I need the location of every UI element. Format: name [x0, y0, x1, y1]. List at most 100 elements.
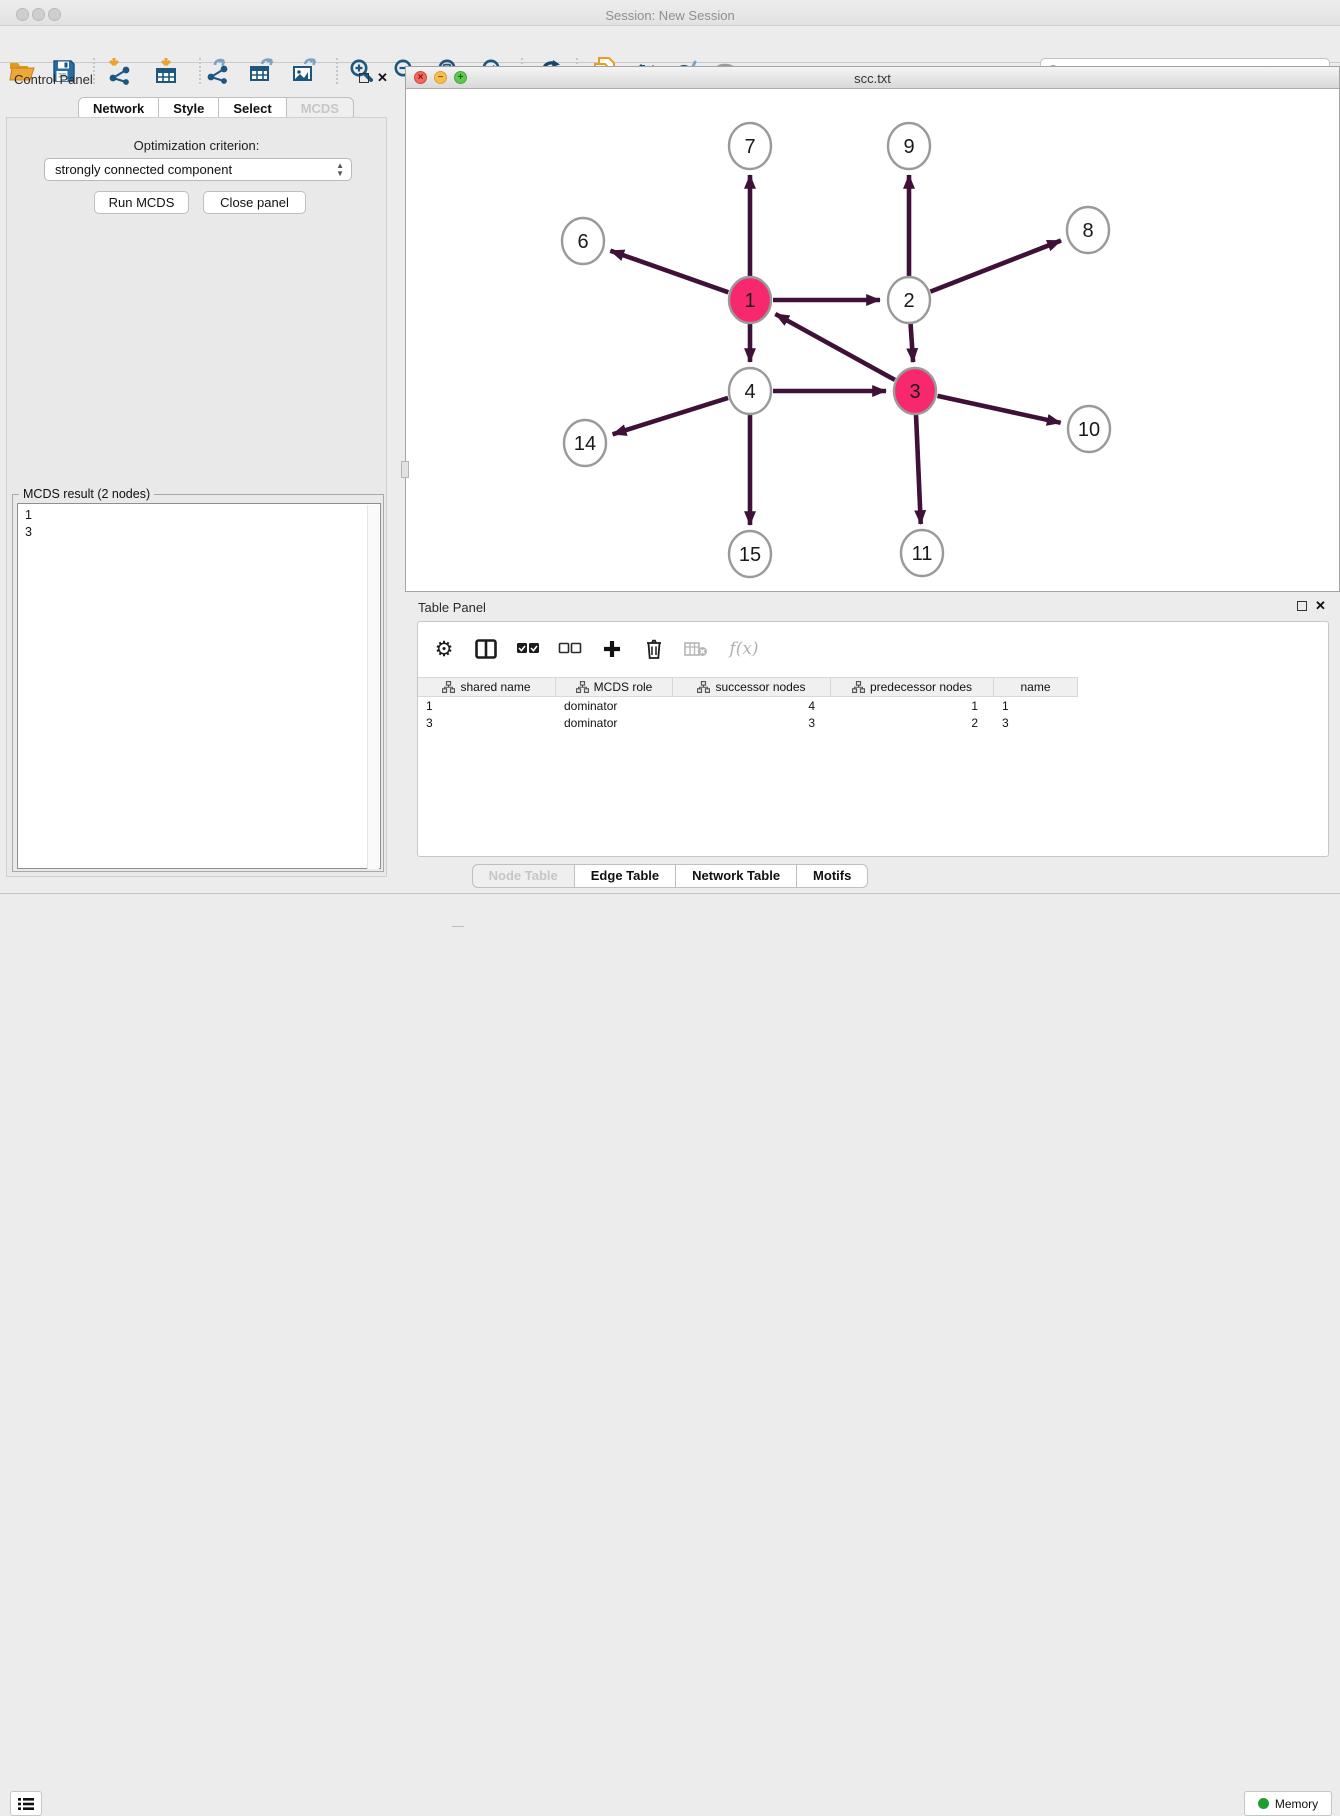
graph-edge-2-3[interactable] — [911, 323, 914, 362]
export-network-icon[interactable] — [204, 56, 234, 86]
add-row-icon[interactable] — [598, 635, 626, 663]
svg-text:10: 10 — [1078, 419, 1100, 441]
cell-shared-name[interactable]: 3 — [426, 716, 433, 730]
main-toolbar — [0, 26, 1340, 63]
export-image-icon[interactable] — [290, 56, 320, 86]
graph-node-6[interactable]: 6 — [562, 218, 604, 264]
mcds-result-title: MCDS result (2 nodes) — [19, 487, 154, 501]
graph-node-3[interactable]: 3 — [894, 368, 936, 414]
tab-edge-table[interactable]: Edge Table — [575, 864, 676, 888]
mcds-result-text[interactable]: 1 3 — [17, 503, 381, 869]
cell-name[interactable]: 1 — [1002, 699, 1009, 713]
task-history-button[interactable] — [10, 1791, 42, 1816]
run-mcds-button[interactable]: Run MCDS — [94, 191, 189, 214]
settings-gear-icon[interactable]: ⚙ — [430, 635, 458, 663]
panel-splitter-handle[interactable] — [401, 461, 409, 478]
export-table-icon[interactable] — [247, 56, 277, 86]
node-table-container: ⚙ f(x) shared nameMCDS rolesuccessor nod… — [417, 621, 1329, 857]
table-row-1[interactable]: 1 dominator 4 1 1 — [418, 698, 1078, 715]
network-title: scc.txt — [406, 71, 1339, 86]
graph-node-11[interactable]: 11 — [901, 530, 943, 576]
svg-text:14: 14 — [574, 433, 596, 455]
graph-node-10[interactable]: 10 — [1068, 406, 1110, 452]
svg-text:7: 7 — [744, 136, 755, 158]
table-panel-title: Table Panel — [418, 600, 486, 615]
graph-edge-4-14[interactable] — [613, 398, 728, 434]
optimization-criterion-label: Optimization criterion: — [0, 138, 393, 153]
table-header-row: shared nameMCDS rolesuccessor nodesprede… — [418, 677, 1078, 697]
column-header-successor-nodes[interactable]: successor nodes — [673, 678, 831, 696]
svg-text:3: 3 — [909, 381, 920, 403]
graph-node-14[interactable]: 14 — [564, 420, 606, 466]
app-titlebar: Session: New Session — [0, 0, 1340, 26]
cell-MCDS-role[interactable]: dominator — [564, 716, 617, 730]
import-network-icon[interactable] — [105, 56, 135, 86]
network-view-window: × − + scc.txt 7 9 6 8 1 2 4 3 14 10 15 11 — [405, 66, 1340, 592]
graph-node-4[interactable]: 4 — [729, 368, 771, 414]
cell-successor-nodes[interactable]: 3 — [673, 716, 815, 730]
delete-row-icon[interactable] — [640, 635, 668, 663]
cell-predecessor-nodes[interactable]: 1 — [831, 699, 978, 713]
toolbar-separator — [93, 58, 95, 84]
svg-text:6: 6 — [577, 231, 588, 253]
function-builder-icon[interactable]: f(x) — [724, 635, 764, 663]
cell-shared-name[interactable]: 1 — [426, 699, 433, 713]
close-panel-button[interactable]: Close panel — [203, 191, 306, 214]
graph-edge-1-6[interactable] — [610, 251, 728, 293]
float-panel-icon[interactable] — [1297, 601, 1307, 611]
graph-edge-3-1[interactable] — [775, 314, 894, 380]
svg-text:9: 9 — [903, 136, 914, 158]
cell-successor-nodes[interactable]: 4 — [673, 699, 815, 713]
toolbar-separator — [336, 58, 338, 84]
graph-node-1[interactable]: 1 — [729, 277, 771, 323]
column-layout-icon[interactable] — [472, 635, 500, 663]
column-header-shared-name[interactable]: shared name — [418, 678, 556, 696]
memory-label: Memory — [1275, 1797, 1318, 1811]
svg-text:8: 8 — [1082, 220, 1093, 242]
close-panel-icon[interactable]: ✕ — [1315, 601, 1326, 611]
svg-text:2: 2 — [903, 290, 914, 312]
column-header-predecessor-nodes[interactable]: predecessor nodes — [831, 678, 994, 696]
table-panel-tabs: Node Table Edge Table Network Table Moti… — [0, 864, 1340, 888]
float-panel-icon[interactable] — [359, 73, 369, 83]
tab-motifs[interactable]: Motifs — [797, 864, 868, 888]
criterion-value: strongly connected component — [55, 162, 232, 177]
graph-node-2[interactable]: 2 — [888, 277, 930, 323]
mcds-result-group: MCDS result (2 nodes) 1 3 — [12, 494, 384, 872]
memory-button[interactable]: Memory — [1244, 1791, 1332, 1816]
table-panel-window-buttons: ✕ — [1297, 601, 1326, 611]
list-icon — [17, 1797, 35, 1811]
network-window-titlebar[interactable]: × − + scc.txt — [406, 67, 1339, 89]
delete-column-icon[interactable] — [682, 635, 710, 663]
graph-edge-3-11[interactable] — [916, 414, 921, 524]
control-panel-title: Control Panel — [14, 72, 93, 87]
criterion-dropdown[interactable]: strongly connected component ▲▼ — [44, 158, 352, 181]
tab-network-table[interactable]: Network Table — [676, 864, 797, 888]
result-scrollbar[interactable] — [367, 505, 379, 869]
control-panel-window-buttons: ✕ — [359, 73, 388, 83]
graph-node-15[interactable]: 15 — [729, 531, 771, 577]
column-header-name[interactable]: name — [994, 678, 1078, 696]
tab-node-table[interactable]: Node Table — [472, 864, 575, 888]
select-all-checkboxes-icon[interactable] — [514, 635, 542, 663]
toolbar-separator — [199, 58, 201, 84]
close-panel-icon[interactable]: ✕ — [377, 73, 388, 83]
table-row-2[interactable]: 3 dominator 3 2 3 — [418, 715, 1078, 732]
cell-MCDS-role[interactable]: dominator — [564, 699, 617, 713]
graph-node-7[interactable]: 7 — [729, 123, 771, 169]
svg-text:1: 1 — [744, 290, 755, 312]
svg-text:4: 4 — [744, 381, 755, 403]
network-canvas[interactable]: 7 9 6 8 1 2 4 3 14 10 15 11 — [406, 90, 1339, 591]
graph-edge-3-10[interactable] — [937, 396, 1060, 423]
session-title: Session: New Session — [0, 8, 1340, 23]
graph-edge-2-8[interactable] — [930, 241, 1061, 292]
cell-name[interactable]: 3 — [1002, 716, 1009, 730]
deselect-checkboxes-icon[interactable] — [556, 635, 584, 663]
import-table-icon[interactable] — [151, 56, 181, 86]
graph-node-8[interactable]: 8 — [1067, 207, 1109, 253]
memory-status-icon — [1258, 1798, 1269, 1809]
column-header-MCDS-role[interactable]: MCDS role — [556, 678, 673, 696]
svg-text:15: 15 — [739, 544, 761, 566]
cell-predecessor-nodes[interactable]: 2 — [831, 716, 978, 730]
graph-node-9[interactable]: 9 — [888, 123, 930, 169]
